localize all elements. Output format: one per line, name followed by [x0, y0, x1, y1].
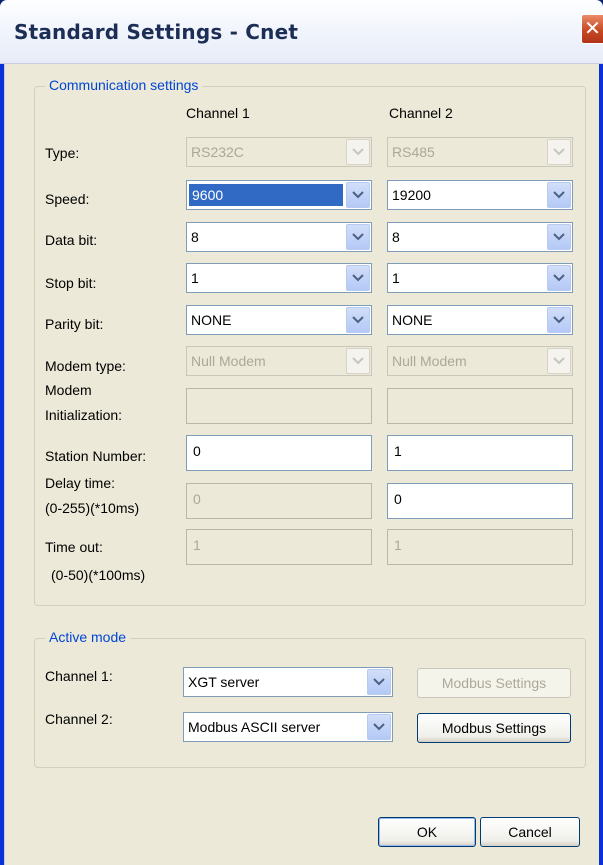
- channel2-modem-type-value: Null Modem: [392, 353, 467, 369]
- chevron-down-icon[interactable]: [367, 669, 391, 695]
- close-button[interactable]: ✕: [581, 14, 603, 44]
- channel2-delay-time-value: 0: [394, 491, 402, 507]
- channel1-type-value: RS232C: [191, 144, 244, 160]
- channel2-type-value: RS485: [392, 144, 435, 160]
- title-bar[interactable]: Standard Settings - Cnet ✕: [0, 0, 603, 64]
- modem-initialization-label-line2: Initialization:: [45, 407, 123, 423]
- channel2-time-out-input: 1: [387, 529, 573, 565]
- channel1-speed-select[interactable]: 9600: [186, 180, 372, 210]
- chevron-down-icon[interactable]: [547, 307, 571, 333]
- channel2-parity-bit-value: NONE: [392, 312, 433, 328]
- cancel-button[interactable]: Cancel: [480, 817, 580, 847]
- channel1-type-select: RS232C: [186, 137, 372, 167]
- chevron-down-icon[interactable]: [346, 265, 370, 291]
- window-title: Standard Settings - Cnet: [14, 20, 299, 44]
- channel1-stop-bit-value: 1: [191, 270, 199, 286]
- channel1-delay-time-value: 0: [193, 491, 201, 507]
- channel2-modbus-settings-button[interactable]: Modbus Settings: [417, 713, 571, 743]
- chevron-down-icon: [346, 139, 370, 165]
- channel2-active-mode-select[interactable]: Modbus ASCII server: [183, 712, 393, 742]
- channel1-data-bit-select[interactable]: 8: [186, 222, 372, 252]
- active-mode-group: Active mode: [34, 629, 586, 768]
- channel2-speed-select[interactable]: 19200: [387, 180, 573, 210]
- channel2-stop-bit-select[interactable]: 1: [387, 263, 573, 293]
- chevron-down-icon[interactable]: [547, 224, 571, 250]
- modem-type-label: Modem type:: [45, 358, 126, 374]
- chevron-down-icon: [346, 348, 370, 374]
- time-out-label-line1: Time out:: [45, 539, 103, 555]
- parity-bit-label: Parity bit:: [45, 316, 104, 332]
- channel2-station-number-value: 1: [394, 443, 402, 459]
- speed-label: Speed:: [45, 191, 90, 207]
- chevron-down-icon: [547, 348, 571, 374]
- channel1-station-number-value: 0: [193, 443, 201, 459]
- channel1-modem-type-select: Null Modem: [186, 346, 372, 376]
- chevron-down-icon[interactable]: [367, 714, 391, 740]
- channel1-active-mode-value: XGT server: [188, 674, 260, 690]
- channel2-header: Channel 2: [389, 105, 453, 121]
- channel2-delay-time-input[interactable]: 0: [387, 483, 573, 519]
- chevron-down-icon[interactable]: [346, 182, 370, 208]
- channel1-station-number-input[interactable]: 0: [186, 435, 372, 471]
- channel2-time-out-value: 1: [394, 537, 402, 553]
- time-out-label-line2: (0-50)(*100ms): [51, 567, 146, 583]
- channel1-time-out-input: 1: [186, 529, 372, 565]
- channel2-data-bit-value: 8: [392, 229, 400, 245]
- channel2-speed-value: 19200: [392, 187, 431, 203]
- ok-button[interactable]: OK: [378, 817, 476, 847]
- channel1-header: Channel 1: [186, 105, 250, 121]
- station-number-label: Station Number:: [45, 448, 147, 464]
- active-mode-legend: Active mode: [45, 629, 131, 645]
- type-label: Type:: [45, 145, 80, 161]
- chevron-down-icon[interactable]: [547, 182, 571, 208]
- channel1-parity-bit-select[interactable]: NONE: [186, 305, 372, 335]
- dialog-client-area: Communication settings Channel 1 Channel…: [4, 64, 599, 865]
- dialog-window: Standard Settings - Cnet ✕ Communication…: [0, 0, 603, 865]
- channel1-data-bit-value: 8: [191, 229, 199, 245]
- channel1-active-mode-select[interactable]: XGT server: [183, 667, 393, 697]
- channel1-parity-bit-value: NONE: [191, 312, 232, 328]
- chevron-down-icon: [547, 139, 571, 165]
- channel2-type-select: RS485: [387, 137, 573, 167]
- channel1-time-out-value: 1: [193, 537, 201, 553]
- channel2-station-number-input[interactable]: 1: [387, 435, 573, 471]
- modem-initialization-label-line1: Modem: [45, 382, 92, 398]
- channel1-modbus-settings-button: Modbus Settings: [417, 668, 571, 698]
- stop-bit-label: Stop bit:: [45, 275, 97, 291]
- channel1-delay-time-input: 0: [186, 483, 372, 519]
- channel2-stop-bit-value: 1: [392, 270, 400, 286]
- channel2-active-mode-value: Modbus ASCII server: [188, 719, 321, 735]
- channel1-modem-type-value: Null Modem: [191, 353, 266, 369]
- channel2-modem-type-select: Null Modem: [387, 346, 573, 376]
- channel2-data-bit-select[interactable]: 8: [387, 222, 573, 252]
- channel2-parity-bit-select[interactable]: NONE: [387, 305, 573, 335]
- chevron-down-icon[interactable]: [346, 307, 370, 333]
- channel2-modem-initialization-input: [387, 388, 573, 424]
- delay-time-label-line2: (0-255)(*10ms): [45, 500, 140, 516]
- active-channel2-label: Channel 2:: [45, 711, 113, 727]
- channel1-modem-initialization-input: [186, 388, 372, 424]
- channel1-speed-value: 9600: [189, 184, 343, 206]
- chevron-down-icon[interactable]: [346, 224, 370, 250]
- channel1-stop-bit-select[interactable]: 1: [186, 263, 372, 293]
- active-channel1-label: Channel 1:: [45, 668, 113, 684]
- delay-time-label-line1: Delay time:: [45, 475, 116, 491]
- chevron-down-icon[interactable]: [547, 265, 571, 291]
- communication-settings-legend: Communication settings: [45, 77, 203, 93]
- data-bit-label: Data bit:: [45, 232, 98, 248]
